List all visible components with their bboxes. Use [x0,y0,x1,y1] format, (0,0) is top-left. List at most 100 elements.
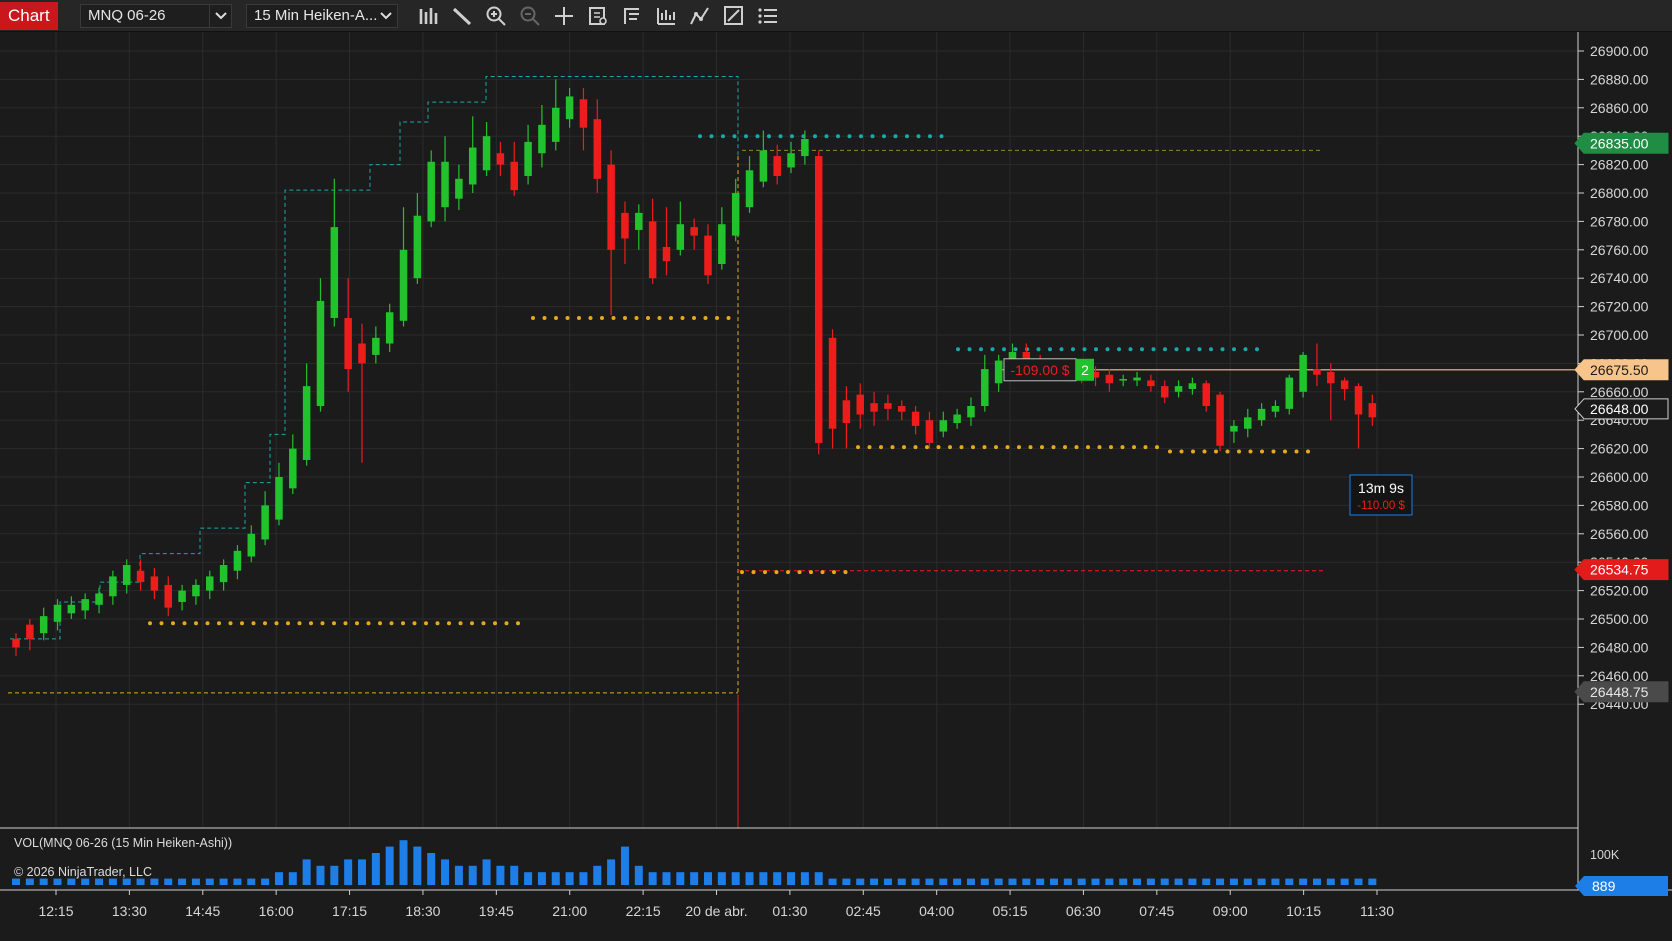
swing-high-dot [967,347,972,352]
volume-bar [136,878,145,885]
candle-body-down [911,411,920,426]
swing-low-dot [763,570,767,575]
swing-high-dot [1255,347,1259,352]
low-level-tag: 26534.75 [1574,559,1669,581]
chevron-down-icon[interactable] [209,5,231,27]
volume-bar [25,878,34,885]
time-tick-label: 10:15 [1286,903,1321,919]
swing-high-dot [859,134,863,139]
candle-body-up [718,224,726,264]
swing-high-dot [790,134,794,139]
swing-low-dot [774,570,779,575]
volume-bar [1133,878,1142,885]
instrument-selector[interactable]: MNQ 06-26 [80,4,232,28]
candle-body-up [275,477,283,520]
last-price-tag-label: 26648.00 [1590,401,1649,417]
volume-bar [745,872,754,885]
swing-low-dot [809,570,813,575]
crosshair-icon[interactable] [552,5,576,27]
swing-high-dot [698,134,702,139]
swing-high-dot [744,134,748,139]
swing-low-dot [1017,445,1021,450]
volume-bar [690,872,699,885]
volume-bar [911,878,920,885]
volume-bar [1368,878,1377,885]
indicators-icon[interactable] [654,5,678,27]
candle-body-up [67,604,76,614]
volume-last-tag: 889 [1575,876,1668,896]
chart-area[interactable]: -109.00 $ 2 13m 9s -110.00 $ 26900.00 26880.… [0,32,1672,941]
swing-high-dot [813,134,817,139]
price-tick-label: 26860.00 [1590,100,1649,116]
candle-body-down [1105,374,1114,384]
swing-high-dot [1117,347,1121,352]
volume-bar [925,878,934,885]
candle-body-up [289,448,297,489]
volume-bar [593,865,602,885]
swing-low-dot [504,621,509,626]
strategies-icon[interactable] [688,5,712,27]
volume-bar [870,878,879,885]
price-tick-label: 26660.00 [1590,384,1649,400]
object-list-icon[interactable] [756,5,780,27]
chart-properties-icon[interactable] [722,5,746,27]
candle-body-up [1230,425,1238,432]
candle-body-down [773,156,781,176]
volume-bar [634,865,643,885]
candle-body-down [1160,386,1169,398]
timeframe-selector[interactable]: 15 Min Heiken-A... [246,4,398,28]
swing-low-dot [1109,445,1113,450]
swing-low-dot [309,621,313,626]
swing-low-dot [879,445,883,450]
volume-bar [219,878,228,885]
swing-low-dot [936,445,941,450]
price-tick-label: 26760.00 [1590,242,1649,258]
swing-low-dot [531,315,535,320]
bar-type-icon[interactable] [416,5,440,27]
swing-low-dot [692,315,696,320]
swing-low-dot [343,621,348,626]
candle-body-up [441,161,449,208]
volume-bar [67,878,76,885]
swing-low-dot [148,621,152,626]
volume-bar [1063,878,1072,885]
swing-low-dot [228,621,233,626]
high-level-tag: 26835.00 [1574,132,1669,154]
swing-low-dot [856,445,860,450]
chevron-down-icon[interactable] [375,5,397,27]
volume-bar [288,872,297,885]
volume-last-value: 889 [1592,878,1616,894]
volume-bar [496,865,505,885]
candle-body-up [330,227,339,318]
volume-bar [1229,878,1238,885]
volume-bar [773,872,782,885]
volume-bar [164,878,173,885]
chart-tab[interactable]: Chart [0,2,58,30]
volume-bar [1146,878,1155,885]
data-box-icon[interactable] [586,5,610,27]
pencil-draw-icon[interactable] [450,5,474,27]
swing-low-dot [182,621,187,626]
swing-low-dot [297,621,302,626]
price-tick-label: 26560.00 [1590,526,1649,542]
candle-body-up [1119,379,1127,381]
time-tick-label: 22:15 [626,903,661,919]
swing-high-dot [1243,347,1248,352]
swing-low-dot [424,621,428,626]
volume-bar [662,872,671,885]
candle-body-up [39,616,48,634]
time-tick-label: 09:00 [1213,903,1248,919]
price-tick-label: 26500.00 [1590,611,1649,627]
candle-body-down [898,406,906,412]
swing-low-dot [994,445,998,450]
time-tick-label: 17:15 [332,903,367,919]
range-icon[interactable] [620,5,644,27]
candle-body-down [1313,369,1321,375]
zoom-out-icon[interactable] [518,5,542,27]
swing-high-dot [870,134,875,139]
candle-body-down [1368,403,1377,418]
swing-low-dot [959,445,964,450]
zoom-in-icon[interactable] [484,5,508,27]
volume-bar [1022,878,1031,885]
swing-low-dot [481,621,486,626]
